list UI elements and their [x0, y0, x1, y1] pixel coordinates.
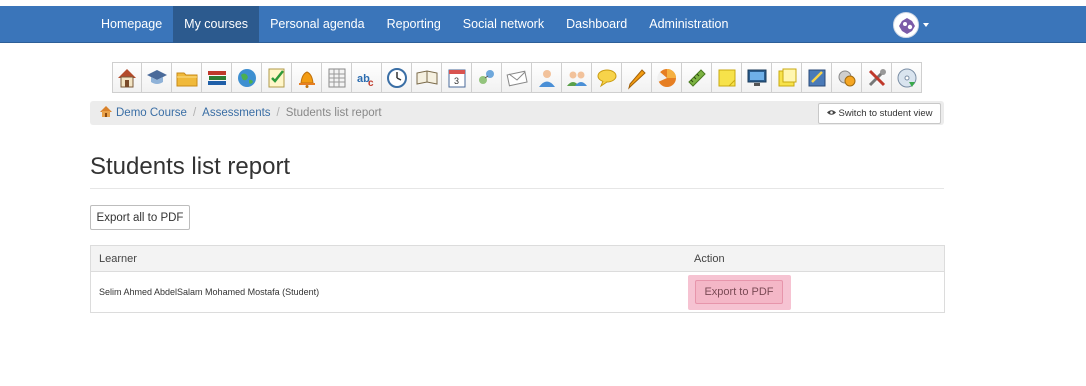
- switch-to-student-view-label: Switch to student view: [838, 108, 933, 119]
- chevron-down-icon: [923, 23, 929, 27]
- spelling-icon[interactable]: ab c: [352, 62, 382, 93]
- survey-icon[interactable]: [802, 62, 832, 93]
- settings-tools-icon[interactable]: [862, 62, 892, 93]
- export-to-pdf-button[interactable]: Export to PDF: [695, 280, 783, 304]
- bell-icon[interactable]: [292, 62, 322, 93]
- column-header-action: Action: [694, 253, 725, 265]
- top-navbar: Homepage My courses Personal agenda Repo…: [0, 6, 1086, 43]
- nav-item-personal-agenda[interactable]: Personal agenda: [259, 6, 376, 43]
- sticky-note-icon[interactable]: [712, 62, 742, 93]
- users-link-icon[interactable]: [472, 62, 502, 93]
- monitor-icon[interactable]: [742, 62, 772, 93]
- breadcrumb-link-demo-course[interactable]: Demo Course: [116, 107, 187, 119]
- table-row: Selim Ahmed AbdelSalam Mohamed Mostafa (…: [91, 272, 944, 312]
- learner-name: Selim Ahmed AbdelSalam Mohamed Mostafa (…: [99, 287, 320, 297]
- nav-item-homepage[interactable]: Homepage: [90, 6, 173, 43]
- pencil-icon[interactable]: [622, 62, 652, 93]
- table-header: Learner Action: [91, 246, 944, 272]
- user-icon[interactable]: [532, 62, 562, 93]
- globe-icon[interactable]: [232, 62, 262, 93]
- breadcrumb-link-assessments[interactable]: Assessments: [202, 107, 270, 119]
- group-icon[interactable]: [562, 62, 592, 93]
- column-header-learner: Learner: [99, 253, 137, 265]
- home-icon[interactable]: [112, 62, 142, 93]
- calendar-icon[interactable]: 3: [442, 62, 472, 93]
- nav-item-social-network[interactable]: Social network: [452, 6, 555, 43]
- pencil-ruler-icon[interactable]: [682, 62, 712, 93]
- nav-item-administration[interactable]: Administration: [638, 6, 739, 43]
- home-icon: [100, 106, 112, 120]
- recycle-disc-icon[interactable]: [892, 62, 922, 93]
- notes-icon[interactable]: [772, 62, 802, 93]
- gallery-icon[interactable]: [832, 62, 862, 93]
- eye-icon: [826, 108, 836, 119]
- envelope-icon[interactable]: [502, 62, 532, 93]
- divider: [90, 188, 944, 189]
- user-menu-toggle[interactable]: [893, 12, 929, 38]
- nav-item-reporting[interactable]: Reporting: [376, 6, 452, 43]
- nav-item-dashboard[interactable]: Dashboard: [555, 6, 638, 43]
- pie-chart-icon[interactable]: [652, 62, 682, 93]
- graduation-cap-icon[interactable]: [142, 62, 172, 93]
- open-book-icon[interactable]: [412, 62, 442, 93]
- breadcrumb-current: Students list report: [285, 107, 382, 119]
- students-table: Learner Action Selim Ahmed AbdelSalam Mo…: [90, 245, 945, 313]
- clock-icon[interactable]: [382, 62, 412, 93]
- export-all-pdf-button[interactable]: Export all to PDF: [90, 205, 190, 230]
- folder-icon[interactable]: [172, 62, 202, 93]
- spreadsheet-icon[interactable]: [322, 62, 352, 93]
- switch-to-student-view-button[interactable]: Switch to student view: [818, 103, 941, 124]
- course-tools-toolbar: ab c 3: [112, 62, 922, 93]
- chat-bubble-icon[interactable]: [592, 62, 622, 93]
- books-icon[interactable]: [202, 62, 232, 93]
- page-title: Students list report: [90, 153, 291, 180]
- breadcrumb-separator: /: [192, 107, 197, 119]
- nav-menu: Homepage My courses Personal agenda Repo…: [90, 6, 739, 43]
- svg-text:c: c: [368, 78, 374, 89]
- avatar: [893, 12, 919, 38]
- checklist-icon[interactable]: [262, 62, 292, 93]
- svg-text:3: 3: [454, 76, 459, 86]
- nav-item-my-courses[interactable]: My courses: [173, 6, 260, 43]
- breadcrumb-separator: /: [276, 107, 280, 119]
- breadcrumb-bar: Demo Course / Assessments / Students lis…: [90, 101, 944, 125]
- breadcrumb: Demo Course / Assessments / Students lis…: [100, 101, 382, 125]
